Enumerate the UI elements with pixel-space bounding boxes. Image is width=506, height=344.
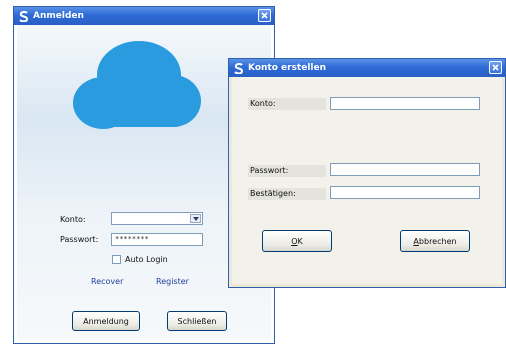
s-logo-icon — [18, 10, 30, 22]
reg-account-input[interactable] — [330, 97, 480, 110]
auto-login-checkbox[interactable] — [112, 255, 121, 264]
password-value: ******** — [115, 235, 149, 243]
login-titlebar[interactable]: Anmelden — [14, 7, 274, 25]
cloud-logo-icon — [73, 41, 201, 129]
account-combobox[interactable] — [111, 212, 203, 225]
reg-account-label: Konto: — [248, 98, 326, 110]
register-link[interactable]: Register — [156, 277, 189, 286]
create-account-client-area: Konto: Passwort: Bestätigen: OK Abbreche… — [232, 77, 502, 284]
s-logo-icon — [233, 62, 245, 74]
create-account-window: Konto erstellen Konto: Passwort: Bestäti… — [228, 58, 506, 288]
login-title: Anmelden — [33, 11, 84, 21]
password-label: Passwort: — [60, 235, 99, 244]
create-account-close-button[interactable] — [489, 61, 502, 74]
account-label: Konto: — [60, 215, 86, 224]
password-input[interactable]: ******** — [111, 233, 203, 246]
reg-confirm-input[interactable] — [330, 186, 480, 199]
close-button[interactable]: Schließen — [167, 311, 227, 331]
login-button-label: Anmeldung — [83, 316, 129, 326]
reg-confirm-label: Bestätigen: — [248, 188, 326, 200]
auto-login-label: Auto Login — [125, 255, 168, 264]
cancel-button[interactable]: Abbrechen — [400, 230, 470, 252]
login-button[interactable]: Anmeldung — [72, 311, 140, 331]
create-account-titlebar[interactable]: Konto erstellen — [229, 59, 505, 77]
close-button-label: Schließen — [177, 316, 217, 326]
create-account-title: Konto erstellen — [248, 63, 327, 73]
reg-password-label: Passwort: — [248, 165, 326, 177]
ok-button[interactable]: OK — [262, 230, 332, 252]
recover-link[interactable]: Recover — [91, 277, 123, 286]
reg-password-input[interactable] — [330, 163, 480, 176]
close-icon — [492, 64, 499, 71]
login-close-button[interactable] — [258, 9, 271, 22]
chevron-down-icon — [192, 216, 199, 221]
ok-button-label: OK — [291, 236, 303, 246]
cancel-button-label: Abbrechen — [413, 236, 457, 246]
account-dropdown-button[interactable] — [190, 214, 201, 223]
close-icon — [261, 12, 268, 19]
